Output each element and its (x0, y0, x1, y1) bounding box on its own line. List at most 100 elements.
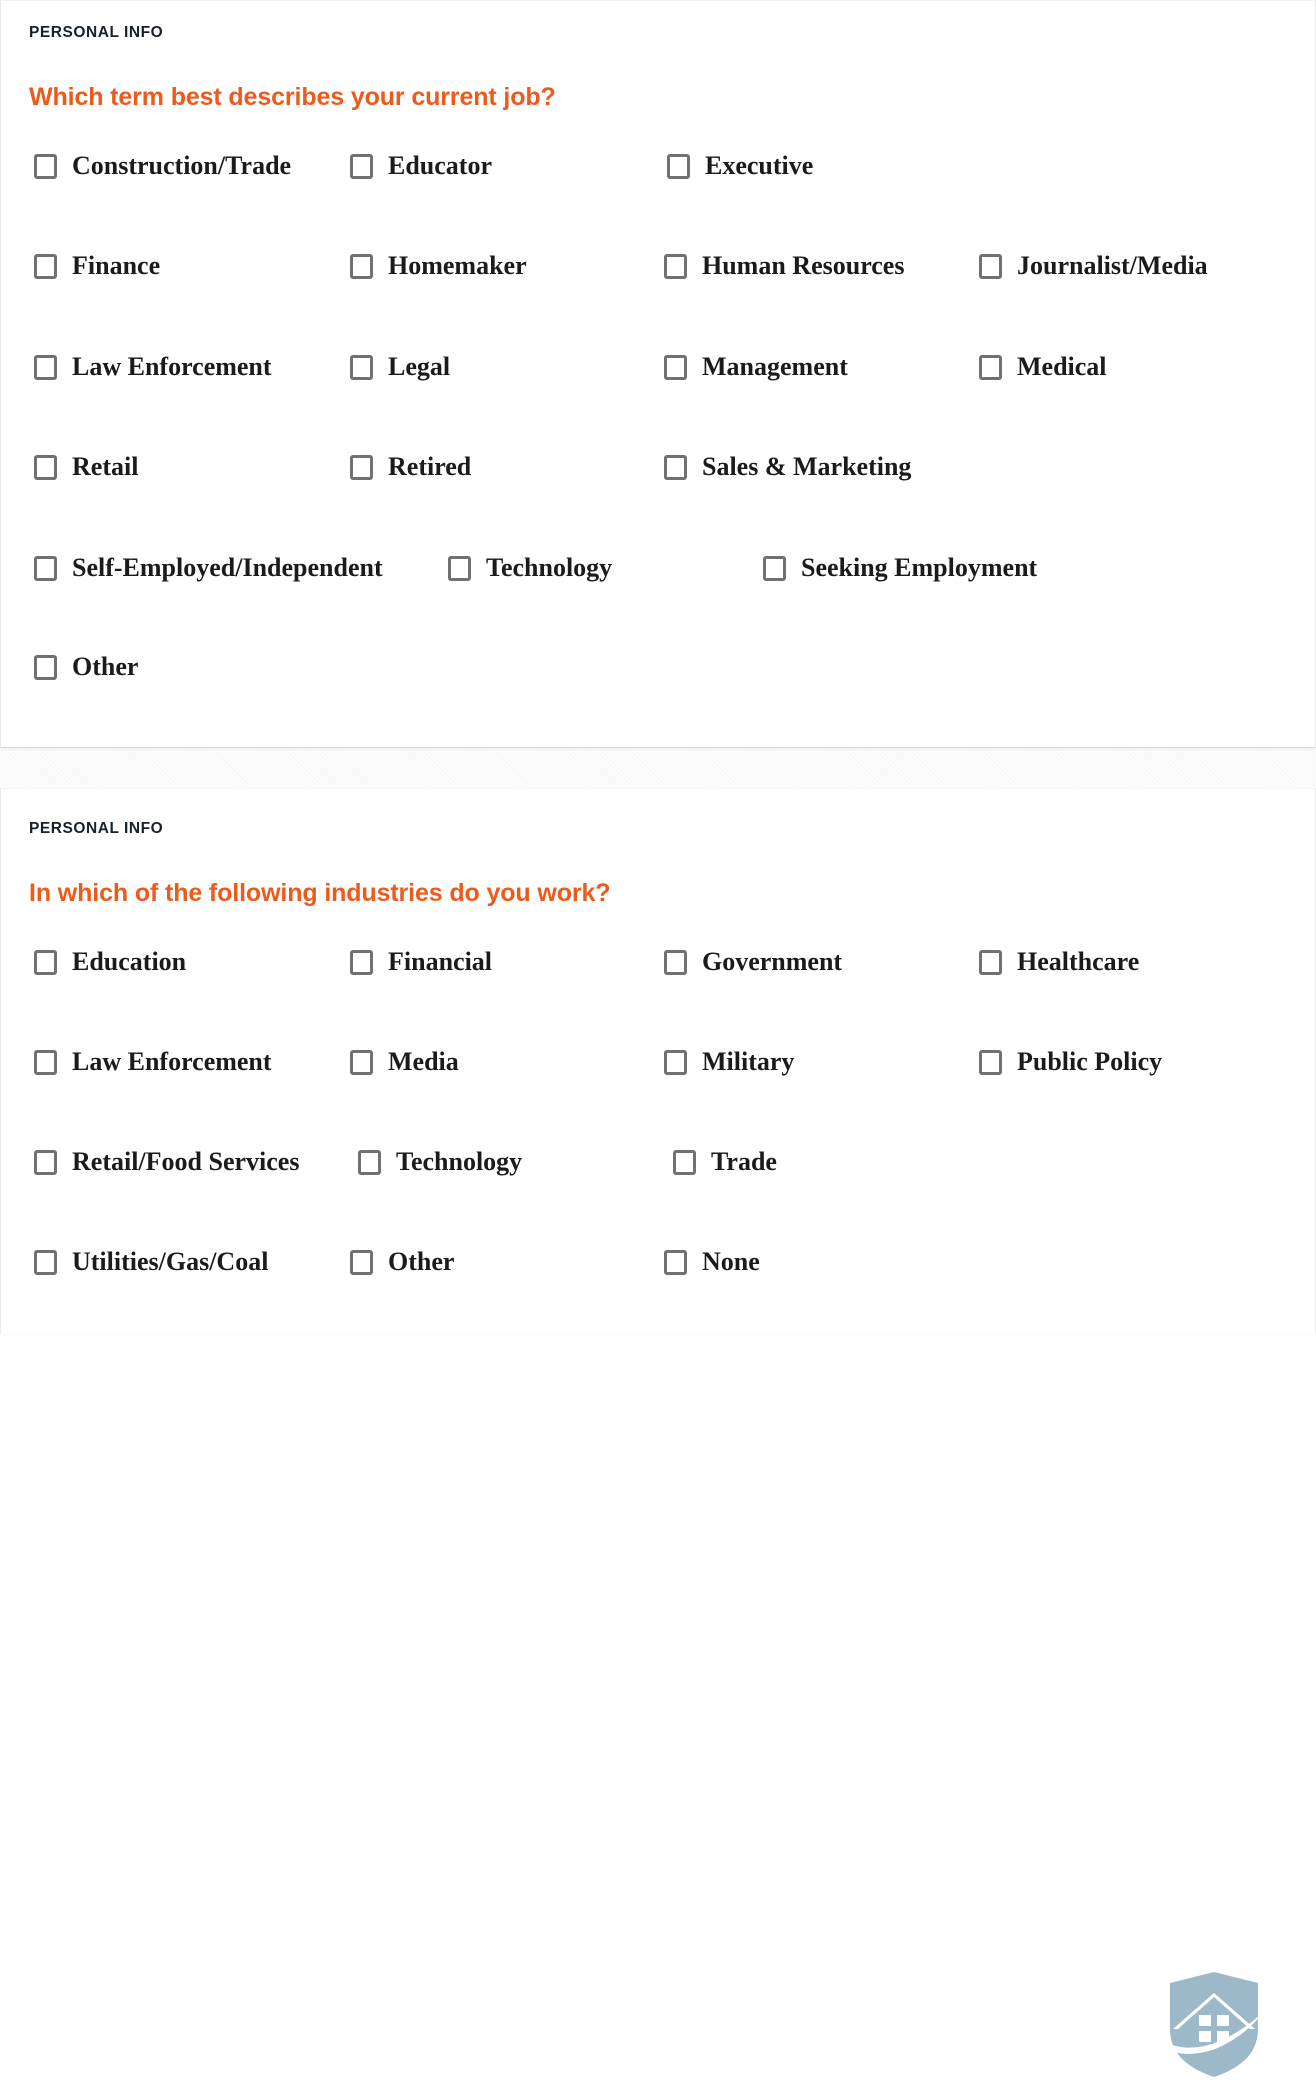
checkbox-option[interactable]: Other (350, 1249, 454, 1275)
checkbox-option[interactable]: Other (34, 654, 138, 680)
checkbox-option[interactable]: Homemaker (350, 253, 527, 279)
survey-card-industry: PERSONAL INFO In which of the following … (0, 788, 1316, 2077)
checkbox-icon[interactable] (350, 949, 373, 975)
checkbox-option[interactable]: None (664, 1249, 760, 1275)
checkbox-option[interactable]: Retail (34, 454, 138, 480)
checkbox-icon[interactable] (664, 253, 687, 279)
checkbox-icon[interactable] (34, 654, 57, 680)
checkbox-icon[interactable] (979, 949, 1002, 975)
checkbox-option[interactable]: Law Enforcement (34, 354, 272, 380)
checkbox-option[interactable]: Healthcare (979, 949, 1139, 975)
checkbox-icon[interactable] (979, 253, 1002, 279)
checkbox-option-label: Retail (72, 452, 139, 481)
checkbox-option-label: Sales & Marketing (702, 452, 912, 481)
checkbox-option[interactable]: Legal (350, 354, 450, 380)
checkbox-option[interactable]: Management (664, 354, 848, 380)
checkbox-option-label: Executive (705, 151, 814, 180)
checkbox-option-label: Construction/Trade (72, 151, 292, 180)
checkbox-option[interactable]: Sales & Marketing (664, 454, 911, 480)
checkbox-option-label: Utilities/Gas/Coal (72, 1247, 269, 1276)
checkbox-icon[interactable] (350, 253, 373, 279)
checkbox-option-label: Technology (486, 553, 613, 582)
checkbox-option[interactable]: Self-Employed/Independent (34, 555, 383, 581)
checkbox-option-label: Retail/Food Services (72, 1147, 300, 1176)
checkbox-option-label: Government (702, 947, 843, 976)
checkbox-option[interactable]: Government (664, 949, 842, 975)
checkbox-option-label: Retired (388, 452, 472, 481)
checkbox-option-label: Medical (1017, 352, 1107, 381)
section-divider (0, 748, 1316, 788)
checkbox-option-label: Military (702, 1047, 795, 1076)
checkbox-icon[interactable] (979, 354, 1002, 380)
checkbox-icon[interactable] (664, 1049, 687, 1075)
checkbox-option-label: Media (388, 1047, 459, 1076)
checkbox-option[interactable]: Construction/Trade (34, 153, 291, 179)
checkbox-option-label: Law Enforcement (72, 352, 272, 381)
checkbox-icon[interactable] (664, 454, 687, 480)
checkbox-icon[interactable] (350, 1249, 373, 1275)
checkbox-option[interactable]: Retired (350, 454, 471, 480)
checkbox-option-label: Finance (72, 251, 161, 280)
checkbox-option-label: Public Policy (1017, 1047, 1163, 1076)
checkbox-option-label: Technology (396, 1147, 523, 1176)
checkbox-option-label: Law Enforcement (72, 1047, 272, 1076)
checkbox-icon[interactable] (34, 949, 57, 975)
checkbox-option[interactable]: Retail/Food Services (34, 1149, 299, 1175)
checkbox-icon[interactable] (358, 1149, 381, 1175)
checkbox-icon[interactable] (664, 949, 687, 975)
checkbox-option[interactable]: Executive (667, 153, 813, 179)
checkbox-option-label: Self-Employed/Independent (72, 553, 383, 582)
survey-card-job: PERSONAL INFO Which term best describes … (0, 0, 1316, 748)
checkbox-option-label: Healthcare (1017, 947, 1140, 976)
checkbox-icon[interactable] (350, 153, 373, 179)
checkbox-icon[interactable] (979, 1049, 1002, 1075)
checkbox-icon[interactable] (350, 454, 373, 480)
page-title: In which of the following industries do … (29, 879, 611, 907)
checkbox-icon[interactable] (34, 1249, 57, 1275)
checkbox-option[interactable]: Education (34, 949, 186, 975)
checkbox-icon[interactable] (34, 555, 57, 581)
checkbox-icon[interactable] (350, 1049, 373, 1075)
checkbox-option[interactable]: Financial (350, 949, 492, 975)
checkbox-option[interactable]: Technology (448, 555, 612, 581)
checkbox-option[interactable]: Utilities/Gas/Coal (34, 1249, 268, 1275)
checkbox-option-label: Journalist/Media (1017, 251, 1208, 280)
checkbox-icon[interactable] (34, 1049, 57, 1075)
checkbox-option[interactable]: Military (664, 1049, 794, 1075)
checkbox-option-label: Management (702, 352, 848, 381)
checkbox-icon[interactable] (763, 555, 786, 581)
checkbox-option[interactable]: Finance (34, 253, 160, 279)
checkbox-icon[interactable] (34, 454, 57, 480)
checkbox-icon[interactable] (34, 1149, 57, 1175)
checkbox-option-label: Seeking Employment (801, 553, 1038, 582)
checkbox-option[interactable]: Trade (673, 1149, 777, 1175)
checkbox-option[interactable]: Seeking Employment (763, 555, 1037, 581)
checkbox-icon[interactable] (667, 153, 690, 179)
checkbox-option[interactable]: Public Policy (979, 1049, 1162, 1075)
checkbox-icon[interactable] (34, 153, 57, 179)
checkbox-icon[interactable] (350, 354, 373, 380)
survey-page: PERSONAL INFO Which term best describes … (0, 0, 1316, 2077)
checkbox-icon[interactable] (448, 555, 471, 581)
checkbox-icon[interactable] (34, 253, 57, 279)
section-eyebrow: PERSONAL INFO (29, 820, 164, 837)
checkbox-option-label: Other (388, 1247, 455, 1276)
section-eyebrow: PERSONAL INFO (29, 24, 164, 41)
checkbox-option[interactable]: Media (350, 1049, 459, 1075)
checkbox-icon[interactable] (664, 1249, 687, 1275)
checkbox-option-label: Human Resources (702, 251, 905, 280)
checkbox-option-label: Homemaker (388, 251, 527, 280)
checkbox-option[interactable]: Human Resources (664, 253, 904, 279)
checkbox-option-label: Other (72, 652, 139, 681)
checkbox-option-label: Educator (388, 151, 492, 180)
checkbox-icon[interactable] (34, 354, 57, 380)
checkbox-option[interactable]: Journalist/Media (979, 253, 1208, 279)
checkbox-icon[interactable] (673, 1149, 696, 1175)
checkbox-option[interactable]: Educator (350, 153, 492, 179)
checkbox-option-label: Legal (388, 352, 451, 381)
checkbox-option[interactable]: Technology (358, 1149, 522, 1175)
checkbox-option[interactable]: Medical (979, 354, 1107, 380)
checkbox-option-label: Education (72, 947, 187, 976)
checkbox-icon[interactable] (664, 354, 687, 380)
checkbox-option[interactable]: Law Enforcement (34, 1049, 272, 1075)
